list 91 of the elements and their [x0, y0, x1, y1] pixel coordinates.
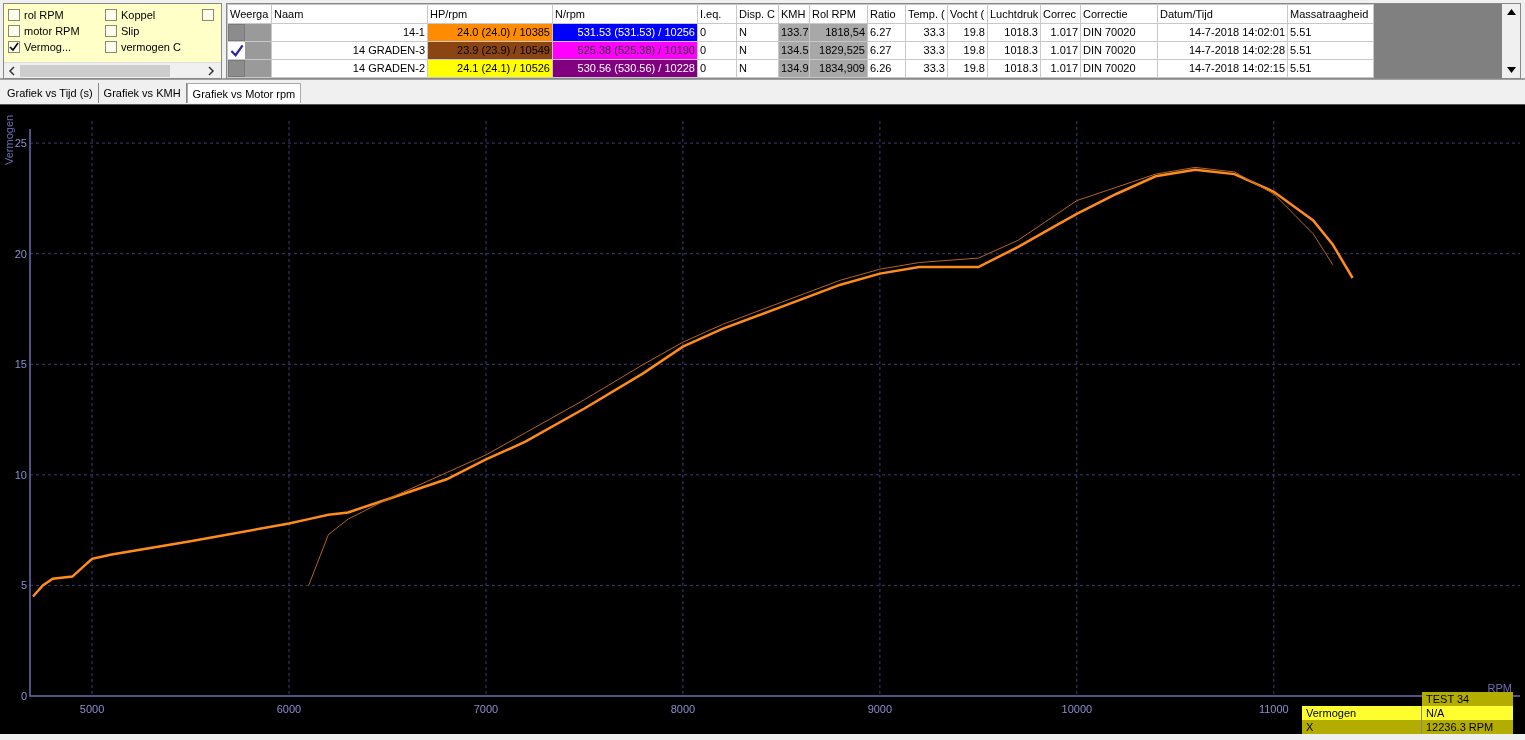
y-tick-label: 5 [20, 579, 27, 592]
column-header[interactable]: Correctie [1080, 4, 1158, 24]
table-cell: 1018.3 [987, 23, 1041, 42]
y-axis-label: Vermogen [3, 114, 15, 165]
x-tick-label: 8000 [670, 703, 696, 715]
checkbox[interactable] [8, 9, 20, 22]
y-tick-label: 20 [14, 247, 27, 260]
info-label: Vermogen [1302, 706, 1422, 720]
table-cell: 14-7-2018 14:02:28 [1157, 41, 1288, 60]
tab[interactable]: Grafiek vs Motor rpm [186, 83, 302, 103]
table-cell: 1.017 [1040, 23, 1081, 42]
column-header[interactable]: KMH [778, 4, 810, 24]
column-header[interactable]: Naam [271, 4, 428, 24]
scroll-left-icon[interactable] [8, 65, 16, 76]
table-cell: 1.017 [1040, 41, 1081, 60]
checkbox-label: Slip [121, 24, 140, 39]
column-header[interactable]: Datum/Tijd [1157, 4, 1288, 24]
column-header[interactable]: Correc [1040, 4, 1081, 24]
table-cell: 19.8 [947, 23, 988, 42]
column-header[interactable]: Luchtdruk [987, 4, 1041, 24]
table-cell: 33.3 [905, 23, 948, 42]
column-header[interactable]: Disp. C [736, 4, 779, 24]
table-cell: 0 [697, 23, 737, 42]
checkbox[interactable] [105, 9, 117, 22]
info-value: N/A [1422, 706, 1513, 720]
y-tick-label: 25 [14, 137, 27, 150]
table-cell: 14 GRADEN-3 [271, 41, 428, 60]
column-header[interactable]: Weerga [227, 4, 272, 24]
horizontal-scrollbar[interactable] [4, 62, 221, 78]
table-cell: 0 [697, 41, 737, 60]
column-header[interactable]: Massatraagheid [1287, 4, 1374, 24]
table-cell: 33.3 [905, 41, 948, 60]
table-cell: 6.27 [867, 23, 906, 42]
column-header[interactable]: I.eq. [697, 4, 737, 24]
table-cell: 19.8 [947, 59, 988, 78]
x-tick-label: 10000 [1061, 703, 1093, 715]
table-cell: 14 GRADEN-2 [271, 59, 428, 78]
x-tick-label: 5000 [79, 703, 105, 715]
table-cell: 5.51 [1287, 59, 1374, 78]
x-axis-label: RPM [1487, 682, 1512, 694]
scroll-up-icon[interactable] [1506, 9, 1516, 15]
x-tick-label: 7000 [473, 703, 499, 715]
column-header[interactable]: Temp. ( [905, 4, 948, 24]
table-cell: 33.3 [905, 59, 948, 78]
vertical-scrollbar[interactable] [1502, 4, 1520, 78]
table-cell: DIN 70020 [1080, 59, 1158, 78]
checkbox-label: Koppel [121, 8, 156, 23]
y-tick-label: 15 [14, 358, 27, 371]
x-tick-label: 9000 [867, 703, 893, 715]
table-cell: 19.8 [947, 41, 988, 60]
checkbox[interactable] [202, 9, 214, 22]
table-cell: N [736, 41, 779, 60]
table-cell: 14-1 [271, 23, 428, 42]
column-header[interactable]: N/rpm [552, 4, 698, 24]
table-cell: 1018.3 [987, 59, 1041, 78]
scroll-right-icon[interactable] [207, 65, 215, 76]
table-cell: DIN 70020 [1080, 23, 1158, 42]
table-cell: 6.26 [867, 59, 906, 78]
column-header[interactable]: Vocht ( [947, 4, 988, 24]
table-cell: 14-7-2018 14:02:01 [1157, 23, 1288, 42]
y-tick-label: 0 [20, 690, 27, 702]
checkbox-label: motor RPM [24, 24, 80, 39]
table-cell: 5.51 [1287, 41, 1374, 60]
checkbox-label: vermogen C [121, 40, 181, 55]
info-label: X [1302, 720, 1422, 734]
table-cell: 0 [697, 59, 737, 78]
checkbox[interactable] [105, 41, 117, 54]
column-header[interactable]: HP/rpm [427, 4, 553, 24]
table-cell: 6.27 [867, 41, 906, 60]
info-value: 12236.3 RPM [1422, 720, 1513, 734]
table-cell: 1018.3 [987, 41, 1041, 60]
x-tick-label: 11000 [1258, 703, 1289, 715]
checkbox[interactable] [8, 41, 20, 54]
y-tick-label: 10 [14, 468, 27, 481]
table-cell: DIN 70020 [1080, 41, 1158, 60]
show-toggle[interactable] [228, 60, 245, 77]
table-cell: 1.017 [1040, 59, 1081, 78]
column-header[interactable]: Rol RPM [809, 4, 868, 24]
x-tick-label: 6000 [276, 703, 302, 715]
table-cell: N [736, 23, 779, 42]
checkbox-label: rol RPM [24, 8, 64, 23]
checkbox[interactable] [105, 25, 117, 38]
table-cell: N [736, 59, 779, 78]
checkbox-label: Vermog... [24, 40, 72, 55]
table-cell: 5.51 [1287, 23, 1374, 42]
checkbox[interactable] [8, 25, 20, 38]
show-toggle[interactable] [228, 24, 245, 41]
scroll-down-icon[interactable] [1506, 67, 1516, 73]
table-cell: 14-7-2018 14:02:15 [1157, 59, 1288, 78]
info-title: TEST 34 [1422, 692, 1513, 706]
column-header[interactable]: Ratio [867, 4, 906, 24]
